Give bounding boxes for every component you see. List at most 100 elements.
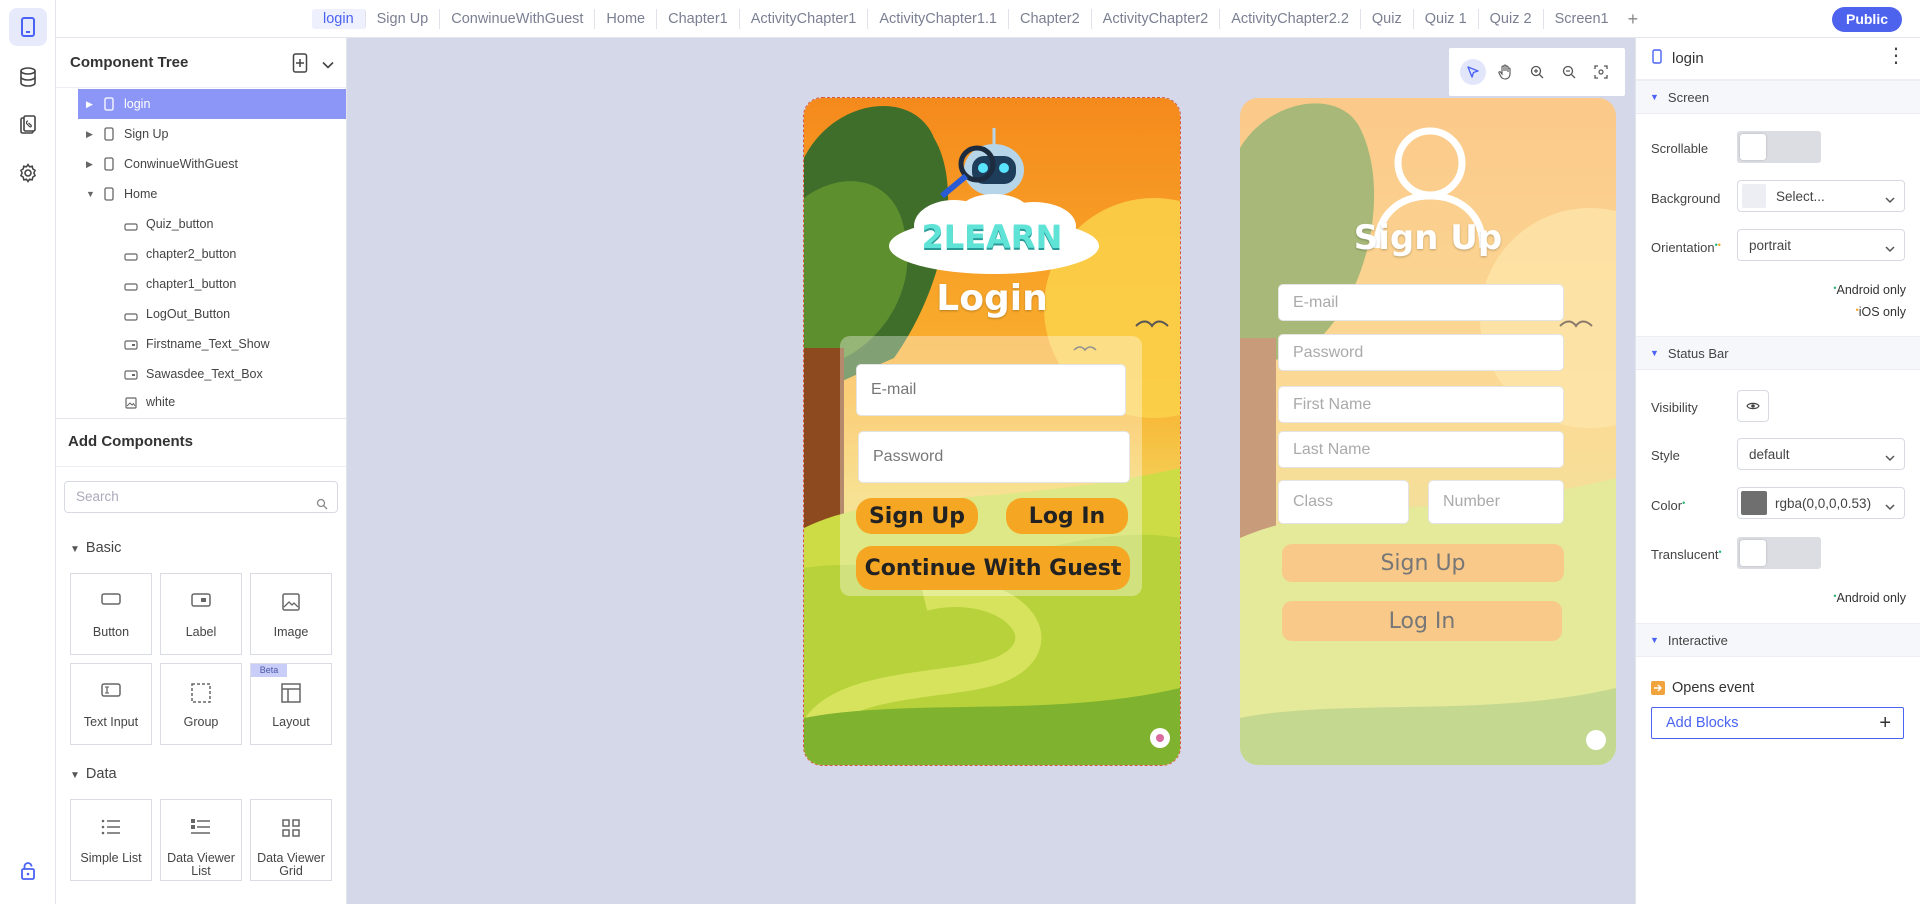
card-label: Label	[185, 625, 217, 639]
collapse-caret-icon[interactable]: ▼	[86, 189, 95, 199]
tree-item-label: login	[124, 97, 151, 111]
data-section-toggle[interactable]: ▼ Data	[70, 766, 117, 782]
simple-list-component-card[interactable]: Simple List	[70, 799, 152, 881]
caret-down-icon: ▼	[70, 770, 80, 781]
database-icon[interactable]	[9, 58, 47, 96]
color-select[interactable]: rgba(0,0,0,0.53)	[1737, 487, 1905, 519]
tree-item-sawasdee-text-box[interactable]: Sawasdee_Text_Box	[56, 359, 346, 389]
tree-item-logout-button[interactable]: LogOut_Button	[56, 299, 346, 329]
tab-quiz[interactable]: Quiz	[1361, 9, 1414, 29]
opens-event-label: Opens event	[1672, 680, 1755, 696]
tree-item-home[interactable]: ▼ Home	[56, 179, 346, 209]
data-viewer-grid-icon	[251, 818, 331, 838]
expand-caret-icon[interactable]: ▶	[86, 99, 93, 110]
signup-email-input[interactable]: E-mail	[1278, 284, 1564, 321]
scrollable-toggle[interactable]	[1737, 131, 1821, 163]
plus-icon: +	[1879, 712, 1891, 734]
button-component-icon	[124, 220, 138, 234]
add-screen-icon[interactable]	[292, 53, 308, 77]
tree-item-label: chapter2_button	[146, 247, 237, 261]
first-name-input[interactable]: First Name	[1278, 386, 1564, 423]
color-value: rgba(0,0,0,0.53)	[1775, 495, 1872, 511]
group-component-card[interactable]: Group	[160, 663, 242, 745]
interactive-section-label: Interactive	[1667, 632, 1728, 648]
password-input[interactable]: Password	[858, 431, 1130, 483]
orientation-select[interactable]: portrait	[1737, 229, 1905, 261]
expand-caret-icon[interactable]: ▶	[86, 129, 93, 140]
signup-password-input[interactable]: Password	[1278, 334, 1564, 371]
tree-item-chapter2-button[interactable]: chapter2_button	[56, 239, 346, 269]
assets-icon[interactable]	[9, 106, 47, 144]
text-input-component-card[interactable]: Text Input	[70, 663, 152, 745]
opens-event: Opens event	[1651, 680, 1754, 696]
email-input[interactable]: E-mail	[856, 364, 1126, 416]
class-input[interactable]: Class	[1278, 480, 1409, 524]
background-select[interactable]: Select...	[1737, 180, 1905, 212]
image-component-card[interactable]: Image	[250, 573, 332, 655]
tab-activity-chapter1-1[interactable]: ActivityChapter1.1	[868, 9, 1009, 29]
select-pointer-icon[interactable]	[1460, 59, 1486, 85]
basic-section-toggle[interactable]: ▼ Basic	[70, 540, 121, 556]
signup-log-in-button[interactable]: Log In	[1282, 601, 1562, 641]
signup-sign-up-button[interactable]: Sign Up	[1282, 544, 1564, 582]
screens-icon[interactable]	[9, 8, 47, 46]
tree-item-chapter1-button[interactable]: chapter1_button	[56, 269, 346, 299]
tree-item-white[interactable]: white	[56, 389, 346, 415]
tree-item-sign-up[interactable]: ▶ Sign Up	[56, 119, 346, 149]
tree-item-login[interactable]: ▶ login	[78, 89, 346, 119]
continue-with-guest-button[interactable]: Continue With Guest	[856, 546, 1130, 590]
visibility-eye-button[interactable]	[1737, 390, 1769, 422]
lock-icon[interactable]	[9, 852, 47, 890]
status-bar-section-header[interactable]: ▼ Status Bar	[1636, 336, 1920, 370]
tab-screen1[interactable]: Screen1	[1544, 9, 1620, 29]
button-component-card[interactable]: Button	[70, 573, 152, 655]
tab-quiz-2[interactable]: Quiz 2	[1479, 9, 1544, 29]
more-options-icon[interactable]: ⋮	[1886, 46, 1906, 66]
layout-component-card[interactable]: Beta Layout	[250, 663, 332, 745]
tab-login[interactable]: login	[312, 9, 366, 29]
zoom-in-icon[interactable]	[1524, 59, 1550, 85]
translucent-toggle[interactable]	[1737, 537, 1821, 569]
add-blocks-button[interactable]: Add Blocks +	[1651, 707, 1904, 739]
tree-item-firstname-text-show[interactable]: Firstname_Text_Show	[56, 329, 346, 359]
tree-item-conwinue-with-guest[interactable]: ▶ ConwinueWithGuest	[56, 149, 346, 179]
data-viewer-list-component-card[interactable]: Data Viewer List	[160, 799, 242, 881]
add-screen-button[interactable]: +	[1628, 9, 1639, 29]
screen-section-header[interactable]: ▼ Screen	[1636, 80, 1920, 114]
interactive-section-header[interactable]: ▼ Interactive	[1636, 623, 1920, 657]
sign-up-button[interactable]: Sign Up	[856, 498, 978, 534]
settings-gear-icon[interactable]	[9, 154, 47, 192]
last-name-input[interactable]: Last Name	[1278, 431, 1564, 468]
tab-activity-chapter2[interactable]: ActivityChapter2	[1092, 9, 1221, 29]
zoom-out-icon[interactable]	[1556, 59, 1582, 85]
label-component-card[interactable]: Label	[160, 573, 242, 655]
tab-activity-chapter2-2[interactable]: ActivityChapter2.2	[1220, 9, 1361, 29]
orientation-label: Orientation••	[1651, 240, 1721, 255]
pan-hand-icon[interactable]	[1492, 59, 1518, 85]
tab-conwinue-with-guest[interactable]: ConwinueWithGuest	[440, 9, 596, 29]
collapse-chevron-icon[interactable]	[322, 56, 334, 73]
tab-chapter2[interactable]: Chapter2	[1009, 9, 1092, 29]
tab-chapter1[interactable]: Chapter1	[657, 9, 740, 29]
number-input[interactable]: Number	[1428, 480, 1564, 524]
component-search-input[interactable]: Search	[64, 481, 338, 513]
app-logo-text: 2LEARN	[921, 218, 1063, 256]
login-screen-preview[interactable]: 2LEARN Login E-mail Password Sign Up Log…	[803, 97, 1181, 766]
chevron-down-icon	[1885, 241, 1895, 256]
screen-icon	[104, 187, 114, 204]
tab-home[interactable]: Home	[595, 9, 658, 29]
tab-activity-chapter1[interactable]: ActivityChapter1	[740, 9, 869, 29]
sign-up-screen-preview[interactable]: Sign Up E-mail Password First Name Last …	[1240, 98, 1616, 765]
tab-sign-up[interactable]: Sign Up	[366, 9, 441, 29]
expand-caret-icon[interactable]: ▶	[86, 159, 93, 170]
signup-title: Sign Up	[1353, 218, 1503, 258]
tab-quiz-1[interactable]: Quiz 1	[1414, 9, 1479, 29]
caret-down-icon: ▼	[1650, 635, 1659, 645]
log-in-button[interactable]: Log In	[1006, 498, 1128, 534]
style-select[interactable]: default	[1737, 438, 1905, 470]
data-viewer-grid-component-card[interactable]: Data Viewer Grid	[250, 799, 332, 881]
public-button[interactable]: Public	[1832, 7, 1902, 32]
tree-item-quiz-button[interactable]: Quiz_button	[56, 209, 346, 239]
fit-to-screen-icon[interactable]	[1588, 59, 1614, 85]
chevron-down-icon	[1885, 450, 1895, 465]
